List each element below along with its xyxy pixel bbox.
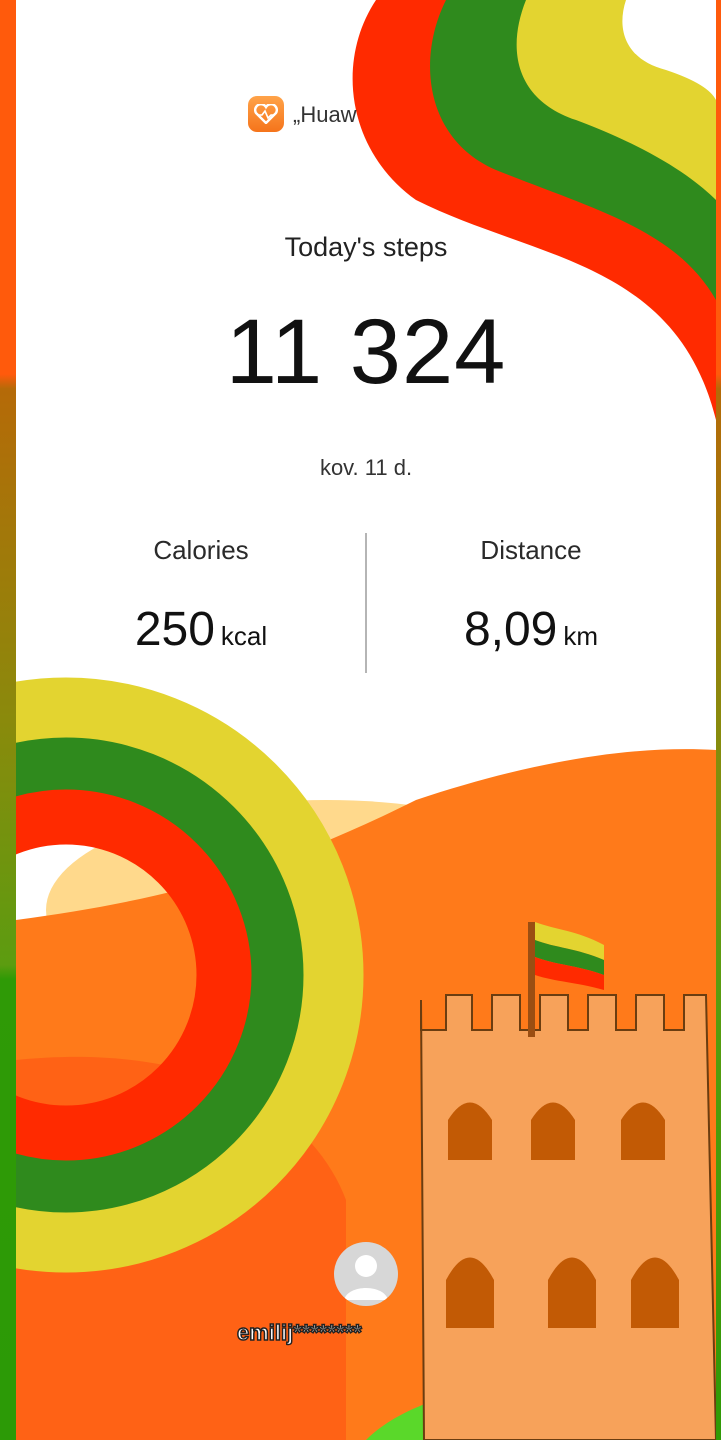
castle-tower	[420, 994, 716, 1440]
distance-value-row: 8,09 km	[361, 602, 701, 657]
steps-count: 11 324	[225, 301, 507, 403]
distance-label: Distance	[480, 535, 582, 565]
calories-value: 250	[134, 603, 215, 656]
default-avatar-icon	[344, 1255, 388, 1300]
health-app-icon	[248, 96, 284, 132]
artwork	[16, 0, 716, 1440]
avatar	[334, 1242, 398, 1306]
right-border	[716, 0, 721, 1440]
distance-value: 8,09	[463, 603, 558, 656]
distance-unit: km	[563, 621, 599, 651]
username: emilij********	[236, 1319, 362, 1346]
window	[448, 1102, 492, 1160]
calories-block: Calories 250 kcal	[31, 535, 371, 657]
calories-unit: kcal	[220, 621, 268, 651]
distance-block: Distance 8,09 km	[361, 535, 701, 657]
left-border	[0, 0, 16, 1440]
calories-label: Calories	[153, 535, 249, 565]
calories-value-row: 250 kcal	[31, 602, 371, 657]
steps-title: Today's steps	[284, 232, 448, 262]
date-label: kov. 11 d.	[319, 455, 413, 480]
window	[531, 1102, 575, 1160]
flagpole	[528, 922, 535, 1037]
share-card: „Huaw Today's steps 11 324 kov. 11 d. Ca…	[16, 0, 716, 1440]
app-name: „Huaw	[293, 102, 357, 127]
window	[621, 1102, 665, 1160]
